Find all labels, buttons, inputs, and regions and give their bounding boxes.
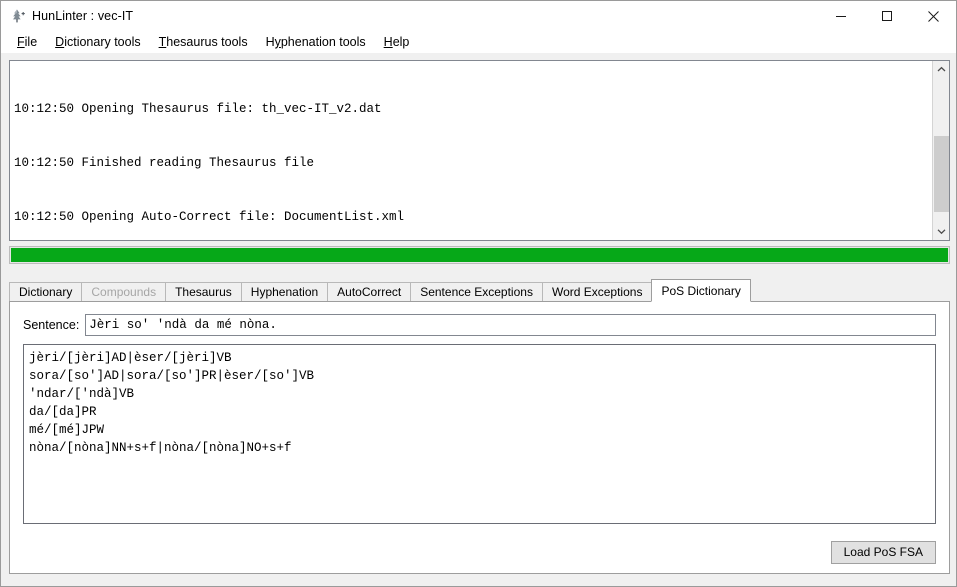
sentence-label: Sentence: <box>23 318 80 332</box>
log-line: 10:12:50 Opening Thesaurus file: th_vec-… <box>14 102 382 116</box>
window-controls <box>818 1 956 31</box>
menu-dictionary-tools-mnemonic: D <box>55 35 65 49</box>
tab-autocorrect[interactable]: AutoCorrect <box>327 282 412 301</box>
menu-file-label: ile <box>24 35 38 49</box>
chevron-up-icon <box>937 66 946 72</box>
chevron-down-icon <box>937 229 946 235</box>
menu-dictionary-tools[interactable]: Dictionary tools <box>46 31 149 53</box>
title-bar: HunLinter : vec-IT <box>1 1 956 31</box>
tab-hyphenation[interactable]: Hyphenation <box>240 282 329 301</box>
pos-analysis-textarea[interactable]: jèri/[jèri]AD|èser/[jèri]VB sora/[so']AD… <box>23 344 936 524</box>
panel-button-row: Load PoS FSA <box>830 541 936 564</box>
progress-bar-fill <box>11 248 948 262</box>
tab-sentence-exceptions[interactable]: Sentence Exceptions <box>410 282 543 301</box>
minimize-icon <box>836 16 846 17</box>
menu-hyphenation-tools[interactable]: Hyphenation tools <box>257 31 375 53</box>
menu-hyphenation-tools-label: phenation tools <box>280 35 366 49</box>
sentence-input[interactable] <box>85 314 936 336</box>
menu-file[interactable]: File <box>8 31 46 53</box>
sentence-row: Sentence: <box>23 314 936 336</box>
menu-help-mnemonic: H <box>383 35 393 49</box>
log-line: 10:12:50 Opening Auto-Correct file: Docu… <box>14 210 405 224</box>
menu-thesaurus-tools-label: hesaurus tools <box>166 35 248 49</box>
tab-thesaurus[interactable]: Thesaurus <box>165 282 242 301</box>
progress-bar <box>9 246 950 264</box>
scroll-up-button[interactable] <box>933 61 949 78</box>
log-line: 10:12:50 Finished reading Thesaurus file <box>14 156 315 170</box>
pos-dictionary-panel: Sentence: jèri/[jèri]AD|èser/[jèri]VB so… <box>9 301 950 574</box>
menu-help-label: elp <box>392 35 410 49</box>
tab-word-exceptions[interactable]: Word Exceptions <box>541 282 653 301</box>
maximize-icon <box>882 11 892 21</box>
tab-dictionary[interactable]: Dictionary <box>9 282 83 301</box>
tab-compounds: Compounds <box>81 282 167 301</box>
tab-bar: Dictionary Compounds Thesaurus Hyphenati… <box>9 279 950 302</box>
log-text: 10:12:50 Opening Thesaurus file: th_vec-… <box>10 61 932 240</box>
menu-hyphenation-tools-prefix: H <box>265 35 275 49</box>
tab-pos-dictionary[interactable]: PoS Dictionary <box>651 279 751 302</box>
menu-dictionary-tools-label: ictionary tools <box>64 35 141 49</box>
menu-thesaurus-tools[interactable]: Thesaurus tools <box>150 31 257 53</box>
main-content-area: 10:12:50 Opening Thesaurus file: th_vec-… <box>1 53 956 586</box>
close-button[interactable] <box>910 1 956 31</box>
window-title: HunLinter : vec-IT <box>32 9 134 23</box>
menu-help[interactable]: Help <box>375 31 419 53</box>
maximize-button[interactable] <box>864 1 910 31</box>
log-vertical-scrollbar[interactable] <box>932 61 949 240</box>
menu-file-mnemonic: F <box>17 35 25 49</box>
menu-bar: File Dictionary tools Thesaurus tools Hy… <box>1 31 956 53</box>
scrollbar-thumb[interactable] <box>934 136 949 212</box>
tree-icon <box>8 7 26 25</box>
scroll-down-button[interactable] <box>933 223 949 240</box>
application-window: HunLinter : vec-IT File Dictionary tools <box>0 0 957 587</box>
load-pos-fsa-button[interactable]: Load PoS FSA <box>830 541 936 564</box>
minimize-button[interactable] <box>818 1 864 31</box>
close-icon <box>927 10 939 22</box>
log-console: 10:12:50 Opening Thesaurus file: th_vec-… <box>9 60 950 241</box>
